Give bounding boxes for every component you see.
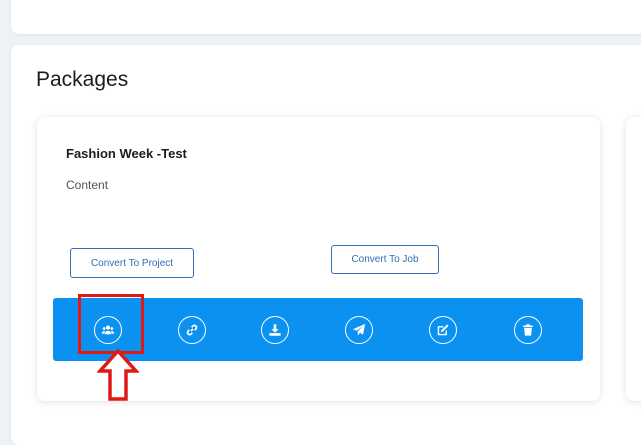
download-icon bbox=[269, 324, 281, 336]
section-title: Packages bbox=[36, 68, 129, 91]
next-package-card[interactable] bbox=[626, 117, 641, 401]
top-card bbox=[11, 0, 641, 34]
package-content: Content bbox=[66, 178, 109, 192]
package-title: Fashion Week -Test bbox=[66, 146, 187, 161]
convert-to-job-button[interactable]: Convert To Job bbox=[331, 245, 439, 274]
edit-icon bbox=[437, 324, 449, 336]
convert-to-project-button[interactable]: Convert To Project bbox=[70, 248, 194, 278]
trash-icon bbox=[523, 324, 533, 336]
download-button[interactable] bbox=[261, 316, 289, 344]
highlight-box bbox=[78, 294, 144, 354]
send-icon bbox=[352, 323, 366, 336]
delete-button[interactable] bbox=[514, 316, 542, 344]
send-button[interactable] bbox=[345, 316, 373, 344]
edit-button[interactable] bbox=[429, 316, 457, 344]
copy-link-button[interactable] bbox=[178, 316, 206, 344]
up-arrow-icon bbox=[97, 349, 139, 401]
link-icon bbox=[186, 324, 198, 336]
